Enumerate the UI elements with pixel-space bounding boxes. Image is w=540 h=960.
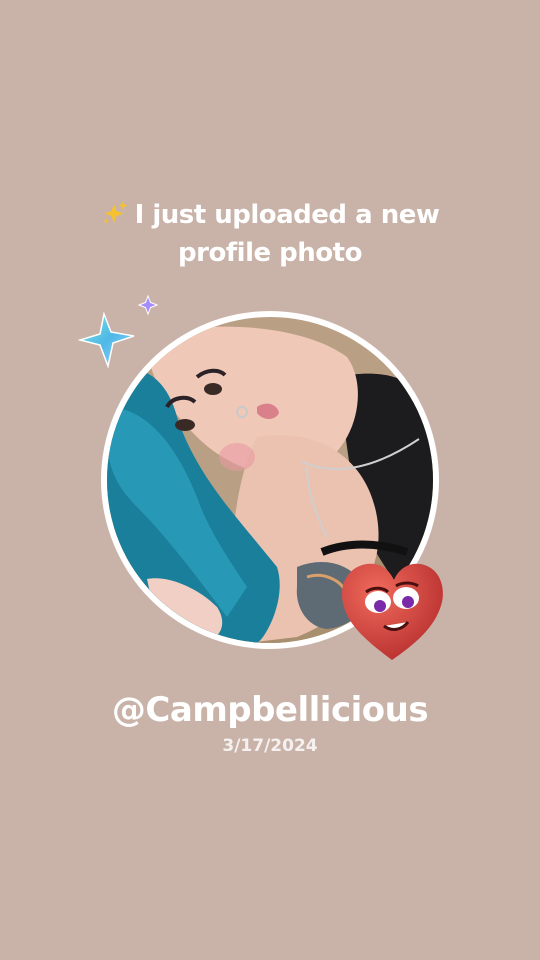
heart-face-icon: [342, 563, 443, 660]
headline-text-line-1: I just uploaded a new: [134, 200, 440, 230]
sparkles-icon: [102, 201, 128, 224]
headline-line-1: I just uploaded a new: [0, 196, 540, 234]
post-date: 3/17/2024: [222, 736, 318, 756]
headline-text-line-2: profile photo: [178, 238, 362, 268]
headline: I just uploaded a new profile photo: [0, 196, 540, 272]
username[interactable]: @Campbellicious: [0, 688, 540, 732]
